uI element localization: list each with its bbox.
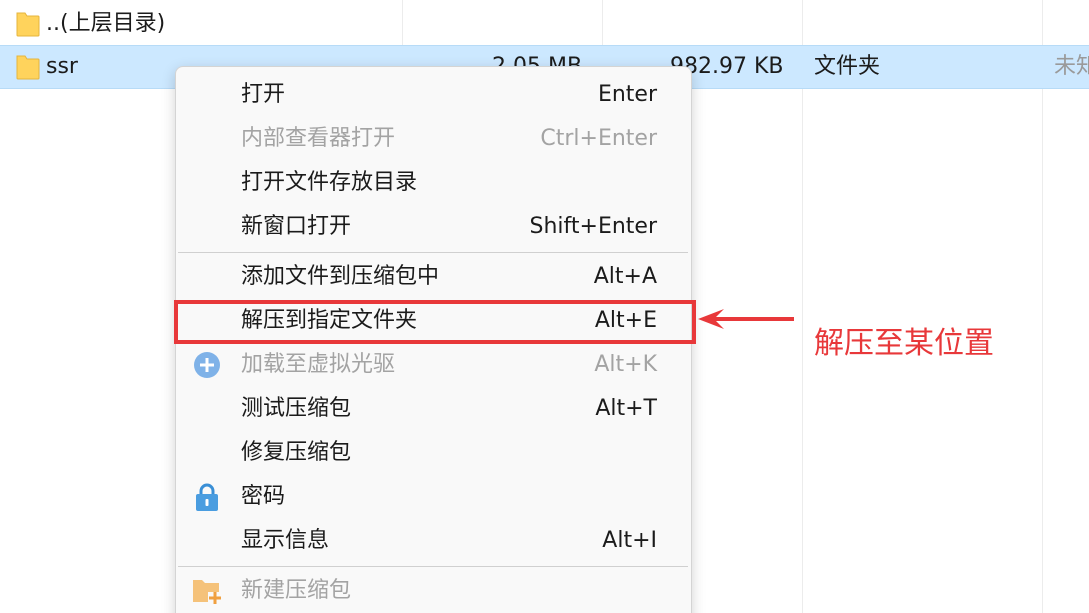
menu-item-shortcut: Alt+A bbox=[593, 264, 657, 289]
menu-item-new-archive[interactable]: 新建压缩包 bbox=[176, 569, 691, 613]
menu-item-label: 添加文件到压缩包中 bbox=[241, 264, 440, 289]
column-divider bbox=[802, 0, 803, 613]
menu-item-label: 打开文件存放目录 bbox=[241, 170, 418, 195]
menu-item-label: 加载至虚拟光驱 bbox=[241, 352, 396, 377]
menu-item-label: 新窗口打开 bbox=[241, 214, 352, 239]
menu-item-open[interactable]: 打开 Enter bbox=[176, 73, 691, 117]
folder-icon bbox=[16, 12, 40, 37]
menu-item-label: 打开 bbox=[241, 82, 286, 107]
archive-window: ..(上层目录) ssr 2.05 MB 982.97 KB 文件夹 未知 打开… bbox=[0, 0, 1089, 613]
annotation-arrow-icon bbox=[698, 309, 794, 329]
menu-item-shortcut: Alt+I bbox=[602, 528, 657, 553]
menu-item-open-location[interactable]: 打开文件存放目录 bbox=[176, 161, 691, 205]
menu-item-open-new-window[interactable]: 新窗口打开 Shift+Enter bbox=[176, 205, 691, 249]
menu-item-shortcut: Enter bbox=[597, 82, 657, 107]
highlight-box bbox=[174, 300, 696, 344]
menu-item-label: 测试压缩包 bbox=[241, 396, 352, 421]
menu-item-label: 新建压缩包 bbox=[241, 578, 352, 603]
menu-item-label: 密码 bbox=[241, 484, 286, 509]
new-archive-folder-icon bbox=[193, 580, 222, 604]
menu-item-shortcut: Shift+Enter bbox=[529, 214, 658, 239]
menu-item-label: 修复压缩包 bbox=[241, 440, 352, 465]
menu-item-test-archive[interactable]: 测试压缩包 Alt+T bbox=[176, 387, 691, 431]
column-divider bbox=[1042, 0, 1043, 613]
menu-item-repair-archive[interactable]: 修复压缩包 bbox=[176, 431, 691, 475]
annotation-text: 解压至某位置 bbox=[814, 326, 994, 361]
menu-item-label: 显示信息 bbox=[241, 528, 330, 553]
menu-item-show-info[interactable]: 显示信息 Alt+I bbox=[176, 519, 691, 563]
file-modified: 未知 bbox=[1054, 54, 1089, 79]
menu-item-open-internal-viewer[interactable]: 内部查看器打开 Ctrl+Enter bbox=[176, 117, 691, 161]
file-row-parent[interactable]: ..(上层目录) bbox=[0, 3, 1089, 45]
menu-item-password[interactable]: 密码 bbox=[176, 475, 691, 519]
menu-item-shortcut: Alt+T bbox=[595, 396, 657, 421]
plus-circle-icon bbox=[194, 352, 220, 378]
lock-icon bbox=[196, 483, 218, 511]
menu-separator bbox=[178, 252, 688, 253]
menu-item-shortcut: Ctrl+Enter bbox=[540, 126, 657, 151]
menu-item-shortcut: Alt+K bbox=[594, 352, 657, 377]
menu-item-label: 内部查看器打开 bbox=[241, 126, 396, 151]
menu-separator bbox=[178, 566, 688, 567]
folder-icon bbox=[16, 55, 40, 80]
file-name: ssr bbox=[46, 54, 78, 79]
file-name: ..(上层目录) bbox=[46, 11, 166, 36]
menu-item-add-to-archive[interactable]: 添加文件到压缩包中 Alt+A bbox=[176, 255, 691, 299]
file-type: 文件夹 bbox=[814, 54, 881, 79]
menu-item-mount-virtual-drive[interactable]: 加载至虚拟光驱 Alt+K bbox=[176, 343, 691, 387]
